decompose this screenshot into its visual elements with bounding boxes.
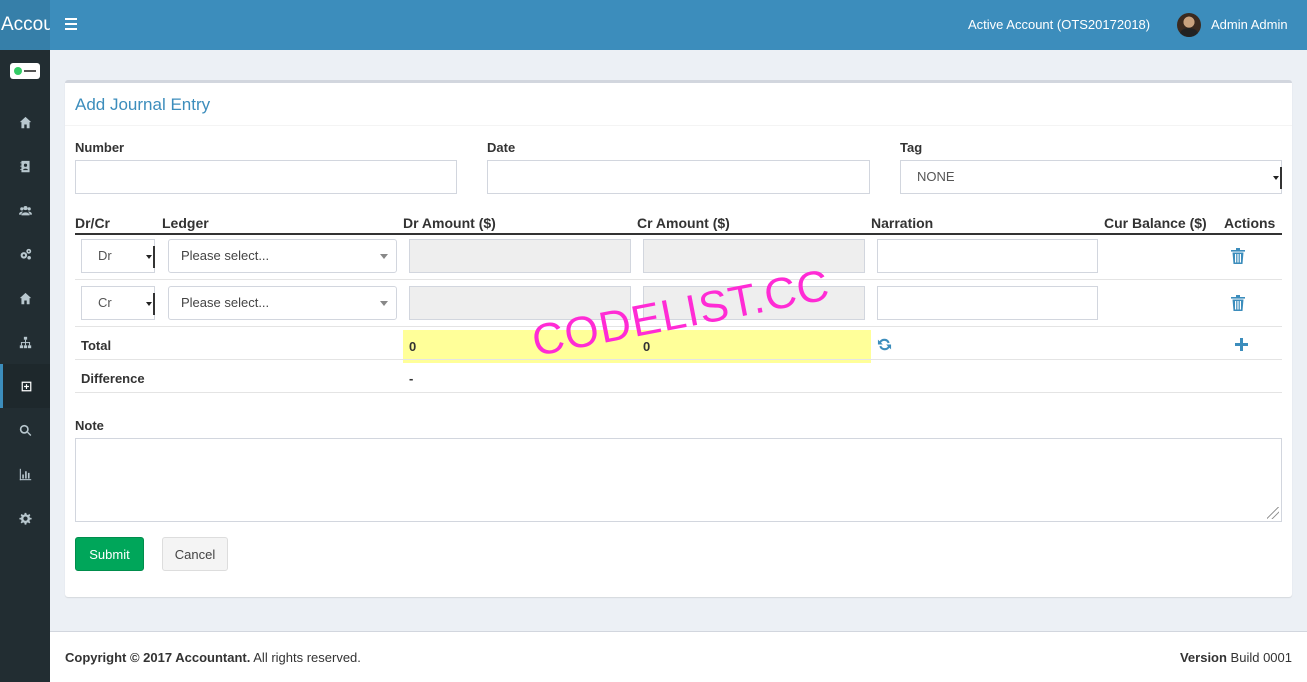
page-title: Add Journal Entry [75, 95, 211, 114]
sidebar-item-home[interactable] [0, 276, 50, 320]
drcr-select-value: Dr [98, 248, 112, 263]
users-icon [18, 205, 32, 215]
sidebar-item-search[interactable] [0, 408, 50, 452]
version-text: Version Build 0001 [1180, 650, 1292, 665]
submit-button[interactable]: Submit [75, 537, 144, 571]
column-header-cur-balance: Cur Balance ($) [1104, 215, 1207, 231]
sidebar-item-settings[interactable] [0, 496, 50, 540]
brand-logo[interactable]: Accou [0, 0, 50, 50]
sidebar-item-settings-group[interactable] [0, 232, 50, 276]
tag-select[interactable]: NONE [900, 160, 1282, 194]
footer: Copyright © 2017 Accountant. All rights … [50, 631, 1307, 682]
ledger-select[interactable]: Please select... [168, 286, 397, 320]
copyright-bold: Copyright © 2017 Accountant. [65, 650, 251, 665]
address-book-icon [19, 160, 30, 172]
number-label: Number [75, 140, 125, 155]
trash-icon [1231, 248, 1245, 264]
column-header-ledger: Ledger [162, 215, 209, 231]
column-header-cr-amount: Cr Amount ($) [637, 215, 730, 231]
note-textarea[interactable] [75, 438, 1282, 522]
refresh-icon [877, 338, 892, 351]
total-label: Total [81, 338, 112, 353]
plus-square-icon [21, 381, 32, 391]
drcr-select[interactable]: Dr [81, 239, 155, 273]
row-divider [75, 326, 1282, 327]
cr-amount-input[interactable] [643, 286, 865, 320]
top-navbar: Accou Active Account (OTS20172018) Admin… [0, 0, 1307, 50]
ledger-select[interactable]: Please select... [168, 239, 397, 273]
date-label: Date [487, 140, 516, 155]
copyright-text: Copyright © 2017 Accountant. All rights … [65, 650, 361, 665]
row-divider [75, 392, 1282, 393]
active-account-label[interactable]: Active Account (OTS20172018) [968, 0, 1150, 50]
drcr-select[interactable]: Cr [81, 286, 155, 320]
column-header-dr-amount: Dr Amount ($) [403, 215, 496, 231]
resize-handle-icon[interactable] [1267, 507, 1279, 519]
table-header-divider [75, 233, 1282, 235]
column-header-narration: Narration [871, 215, 934, 231]
gear-icon [18, 512, 32, 525]
difference-value: - [409, 371, 414, 386]
cogs-icon [20, 248, 31, 260]
narration-input[interactable] [877, 239, 1098, 273]
user-menu[interactable]: Admin Admin [1211, 0, 1288, 50]
ledger-select-placeholder: Please select... [181, 248, 270, 263]
dr-amount-input[interactable] [409, 239, 631, 273]
sidebar-item-dashboard[interactable] [0, 100, 50, 144]
sidebar-item-groups[interactable] [0, 320, 50, 364]
difference-label: Difference [81, 371, 145, 386]
sidebar-item-ledgers[interactable] [0, 144, 50, 188]
user-avatar[interactable] [1177, 13, 1201, 37]
row-divider [75, 279, 1282, 280]
title-divider [65, 125, 1292, 126]
sidebar-item-reports[interactable] [0, 452, 50, 496]
chevron-down-icon [146, 246, 155, 268]
chevron-down-icon [1273, 167, 1282, 189]
sidebar [0, 50, 50, 682]
home-icon [19, 116, 31, 128]
sitemap-icon [19, 336, 31, 348]
trash-icon [1231, 295, 1245, 311]
sidebar-toggle-icon[interactable] [62, 15, 80, 35]
tag-label: Tag [900, 140, 923, 155]
ledger-select-placeholder: Please select... [181, 295, 270, 310]
cr-amount-input[interactable] [643, 239, 865, 273]
chevron-down-icon [146, 293, 155, 315]
caret-down-icon [380, 254, 388, 259]
cancel-button[interactable]: Cancel [162, 537, 228, 571]
search-icon [19, 424, 31, 436]
sidebar-item-entries[interactable] [0, 364, 50, 408]
version-label: Version [1179, 650, 1227, 665]
number-input[interactable] [75, 160, 457, 194]
caret-down-icon [380, 301, 388, 306]
dr-amount-input[interactable] [409, 286, 631, 320]
column-header-actions: Actions [1224, 215, 1276, 231]
column-header-drcr: Dr/Cr [75, 215, 111, 231]
version-value: Build 0001 [1226, 650, 1292, 665]
date-input[interactable] [487, 160, 870, 194]
narration-input[interactable] [877, 286, 1098, 320]
sidebar-item-users[interactable] [0, 188, 50, 232]
copyright-rest: All rights reserved. [250, 650, 361, 665]
journal-entry-box: Add Journal Entry Number Date Tag NONE D… [65, 80, 1292, 597]
tag-select-value: NONE [917, 169, 955, 184]
home-icon [19, 292, 31, 304]
delete-row-button[interactable] [1231, 248, 1245, 264]
note-label: Note [75, 418, 104, 433]
row-divider [75, 359, 1282, 360]
bar-chart-icon [19, 468, 31, 480]
delete-row-button[interactable] [1231, 295, 1245, 311]
recalculate-button[interactable] [877, 337, 892, 352]
drcr-select-value: Cr [98, 295, 112, 310]
add-row-icon[interactable] [1235, 338, 1248, 351]
company-logo[interactable] [10, 63, 40, 79]
